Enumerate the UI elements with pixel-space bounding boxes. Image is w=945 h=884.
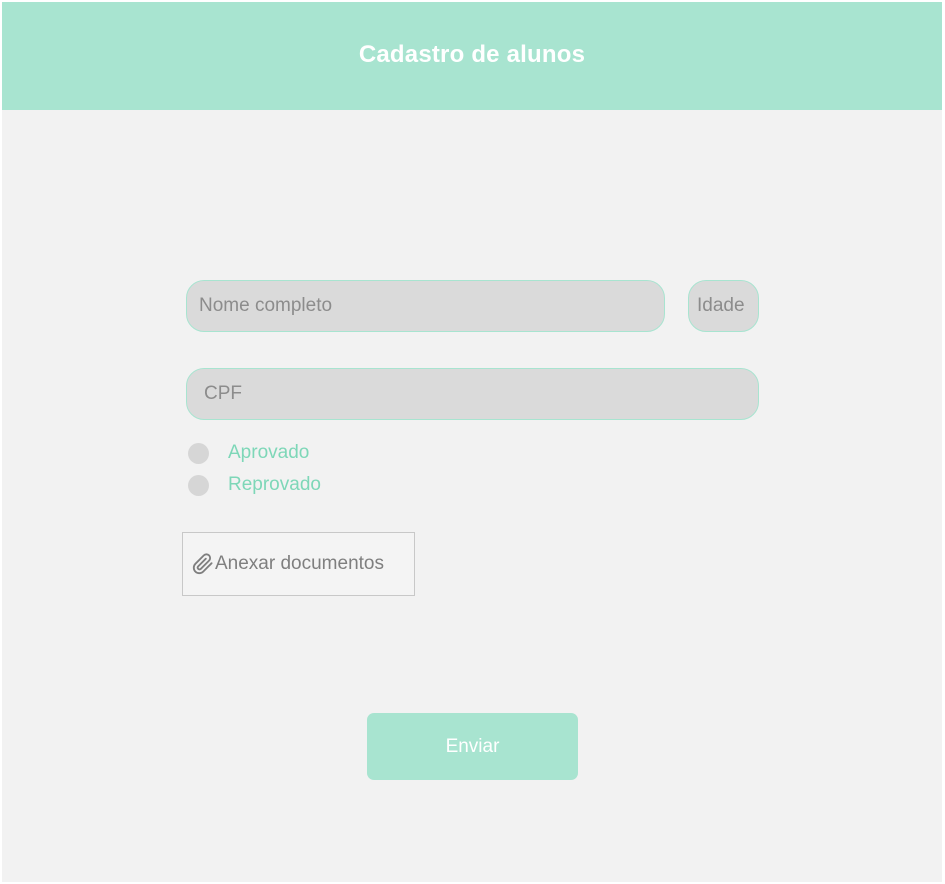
radio-button-aprovado[interactable] (188, 442, 209, 464)
radio-option-reprovado[interactable]: Reprovado (188, 474, 321, 496)
radio-button-reprovado[interactable] (188, 474, 209, 496)
radio-option-aprovado[interactable]: Aprovado (188, 442, 309, 464)
cpf-input[interactable] (186, 368, 759, 420)
attach-documents-label: Anexar documentos (215, 553, 384, 574)
page-title: Cadastro de alunos (358, 41, 586, 68)
full-name-input[interactable] (186, 280, 665, 332)
submit-button[interactable]: Enviar (367, 713, 578, 780)
registration-page: Cadastro de alunos Aprovado Reprovado An… (2, 2, 942, 882)
radio-label-reprovado: Reprovado (228, 474, 321, 495)
header-bar: Cadastro de alunos (2, 2, 942, 110)
radio-label-aprovado: Aprovado (228, 442, 310, 463)
attach-documents-button[interactable]: Anexar documentos (182, 532, 415, 596)
paperclip-icon (192, 553, 214, 575)
age-input[interactable] (688, 280, 759, 332)
